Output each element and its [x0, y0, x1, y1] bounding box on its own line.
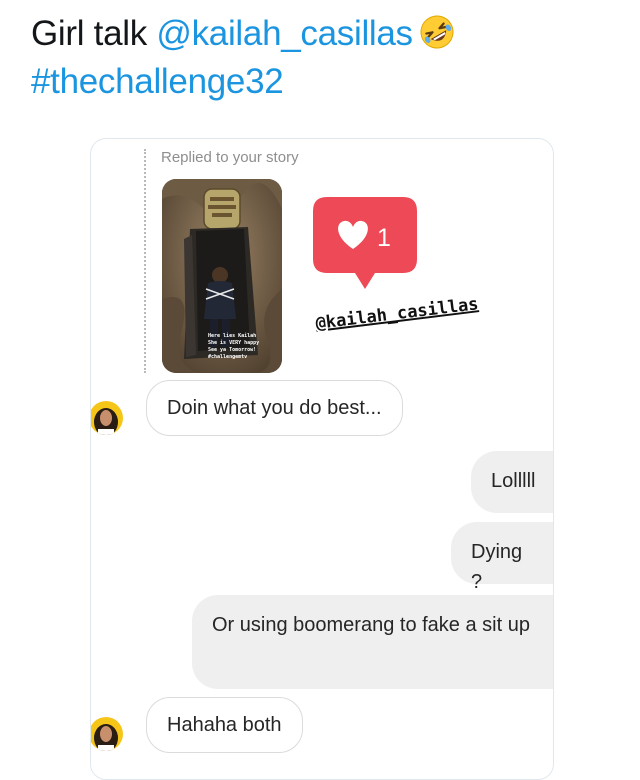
hashtag-link[interactable]: #thechallenge32 — [31, 62, 284, 101]
like-reaction-badge: 1 — [313, 197, 417, 291]
dm-screenshot[interactable]: Replied to your story Here lies Kailah S… — [90, 138, 554, 780]
thumbnail-caption-line-4: #challengemtv — [208, 354, 247, 360]
avatar[interactable] — [91, 401, 123, 435]
story-thumbnail[interactable]: Here lies Kailah She is VERY happy See y… — [162, 179, 282, 373]
message-bubble-incoming[interactable]: Doin what you do best... — [146, 380, 403, 436]
reply-rule — [144, 149, 146, 373]
mention-sticker[interactable]: @kailah_casillas — [315, 294, 480, 334]
reaction-count: 1 — [377, 224, 391, 252]
replied-to-story-label: Replied to your story — [161, 149, 299, 166]
message-bubble-outgoing[interactable]: Or using boomerang to fake a sit up — [192, 595, 553, 689]
mention-link[interactable]: @kailah_casillas — [156, 14, 413, 53]
tweet-text: Girl talk @kailah_casillas #thechallenge… — [31, 10, 621, 106]
message-bubble-incoming[interactable]: Hahaha both — [146, 697, 303, 753]
avatar[interactable] — [91, 717, 123, 751]
thumbnail-caption-line-1: Here lies Kailah — [208, 333, 256, 339]
rolling-on-the-floor-laughing-emoji-icon — [419, 14, 455, 50]
message-bubble-outgoing[interactable]: Lolllll — [471, 451, 553, 513]
tweet-text-plain: Girl talk — [31, 14, 147, 53]
thumbnail-caption-line-3: See ya Tomorrow! — [208, 347, 256, 353]
message-bubble-outgoing[interactable]: Dying ? — [451, 522, 553, 593]
thumbnail-caption-line-2: She is VERY happy — [208, 340, 259, 346]
